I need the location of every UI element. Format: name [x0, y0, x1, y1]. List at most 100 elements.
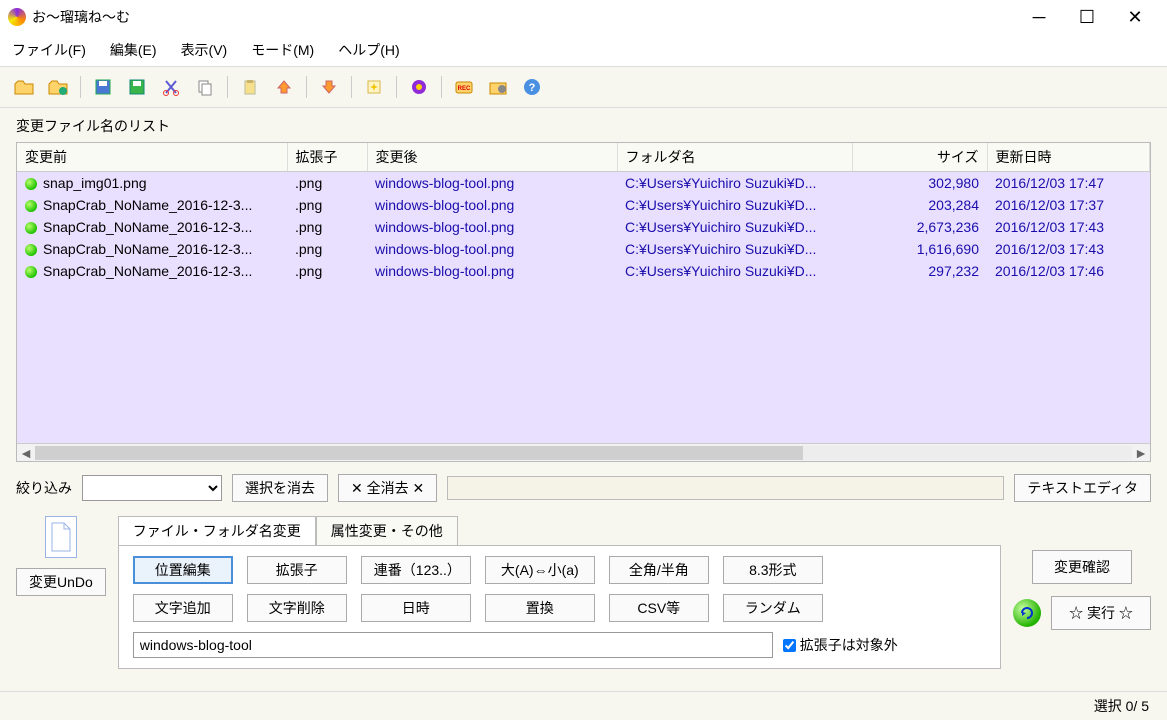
scroll-left-icon[interactable]: ◄: [17, 445, 35, 461]
cell-date: 2016/12/03 17:47: [987, 172, 1150, 194]
col-ext[interactable]: 拡張子: [287, 143, 367, 172]
app-icon: [8, 8, 26, 26]
cell-size: 297,232: [852, 260, 987, 282]
gear-folder-icon[interactable]: [484, 73, 512, 101]
preview-bar: [447, 476, 1004, 500]
statusbar: 選択 0/ 5: [0, 691, 1167, 720]
cell-folder: C:¥Users¥Yuichiro Suzuki¥D...: [617, 172, 852, 194]
ext-exclude-label: 拡張子は対象外: [800, 635, 898, 655]
cell-date: 2016/12/03 17:46: [987, 260, 1150, 282]
menu-edit[interactable]: 編集(E): [110, 40, 157, 60]
col-before[interactable]: 変更前: [17, 143, 287, 172]
col-after[interactable]: 変更後: [367, 143, 617, 172]
col-folder[interactable]: フォルダ名: [617, 143, 852, 172]
cell-ext: .png: [287, 238, 367, 260]
text-editor-button[interactable]: テキストエディタ: [1014, 474, 1151, 502]
ext-exclude-check[interactable]: [783, 639, 796, 652]
execute-button[interactable]: ☆ 実行 ☆: [1051, 596, 1151, 630]
cell-date: 2016/12/03 17:37: [987, 194, 1150, 216]
svg-text:REC: REC: [458, 86, 471, 92]
swirl-icon[interactable]: [405, 73, 433, 101]
menu-file[interactable]: ファイル(F): [12, 40, 86, 60]
paste-icon[interactable]: [236, 73, 264, 101]
mode-83-button[interactable]: 8.3形式: [723, 556, 823, 584]
table-row[interactable]: SnapCrab_NoName_2016-12-3....pngwindows-…: [17, 194, 1150, 216]
mode-case-button[interactable]: 大(A)⇔小(a): [485, 556, 595, 584]
maximize-button[interactable]: ☐: [1075, 5, 1099, 29]
undo-button[interactable]: 変更UnDo: [16, 568, 106, 596]
confirm-button[interactable]: 変更確認: [1032, 550, 1132, 584]
mode-position-button[interactable]: 位置編集: [133, 556, 233, 584]
open-folder-plus-icon[interactable]: [44, 73, 72, 101]
mode-ext-button[interactable]: 拡張子: [247, 556, 347, 584]
table-row[interactable]: SnapCrab_NoName_2016-12-3....pngwindows-…: [17, 260, 1150, 282]
filter-label: 絞り込み: [16, 478, 72, 498]
save-green-icon[interactable]: [123, 73, 151, 101]
cell-before: snap_img01.png: [17, 172, 287, 194]
status-dot-icon: [25, 178, 37, 190]
mode-serial-button[interactable]: 連番（123..）: [361, 556, 471, 584]
save-icon[interactable]: [89, 73, 117, 101]
refresh-icon[interactable]: [1013, 599, 1041, 627]
cell-ext: .png: [287, 216, 367, 238]
cell-size: 203,284: [852, 194, 987, 216]
cell-folder: C:¥Users¥Yuichiro Suzuki¥D...: [617, 194, 852, 216]
rename-input[interactable]: [133, 632, 773, 658]
menubar: ファイル(F) 編集(E) 表示(V) モード(M) ヘルプ(H): [0, 34, 1167, 66]
clear-selection-button[interactable]: 選択を消去: [232, 474, 328, 502]
cell-ext: .png: [287, 260, 367, 282]
cell-folder: C:¥Users¥Yuichiro Suzuki¥D...: [617, 260, 852, 282]
filter-combo[interactable]: [82, 475, 222, 501]
status-text: 選択 0/ 5: [1094, 696, 1149, 716]
scroll-right-icon[interactable]: ►: [1132, 445, 1150, 461]
cell-before: SnapCrab_NoName_2016-12-3...: [17, 260, 287, 282]
svg-text:?: ?: [529, 82, 536, 94]
cut-icon[interactable]: [157, 73, 185, 101]
cell-ext: .png: [287, 172, 367, 194]
mode-datetime-button[interactable]: 日時: [361, 594, 471, 622]
cell-before: SnapCrab_NoName_2016-12-3...: [17, 238, 287, 260]
tab-rename[interactable]: ファイル・フォルダ名変更: [118, 516, 316, 545]
col-date[interactable]: 更新日時: [987, 143, 1150, 172]
up-arrow-icon[interactable]: [270, 73, 298, 101]
cell-size: 2,673,236: [852, 216, 987, 238]
close-button[interactable]: ✕: [1123, 5, 1147, 29]
menu-view[interactable]: 表示(V): [181, 40, 228, 60]
tab-attrs[interactable]: 属性変更・その他: [316, 516, 458, 545]
cell-before: SnapCrab_NoName_2016-12-3...: [17, 216, 287, 238]
sparkle-icon[interactable]: [360, 73, 388, 101]
table-row[interactable]: snap_img01.png.pngwindows-blog-tool.pngC…: [17, 172, 1150, 194]
mode-random-button[interactable]: ランダム: [723, 594, 823, 622]
cell-before: SnapCrab_NoName_2016-12-3...: [17, 194, 287, 216]
mode-addchar-button[interactable]: 文字追加: [133, 594, 233, 622]
menu-help[interactable]: ヘルプ(H): [338, 40, 399, 60]
cell-date: 2016/12/03 17:43: [987, 216, 1150, 238]
cell-folder: C:¥Users¥Yuichiro Suzuki¥D...: [617, 238, 852, 260]
help-icon[interactable]: ?: [518, 73, 546, 101]
table-row[interactable]: SnapCrab_NoName_2016-12-3....pngwindows-…: [17, 238, 1150, 260]
mode-delchar-button[interactable]: 文字削除: [247, 594, 347, 622]
cell-date: 2016/12/03 17:43: [987, 238, 1150, 260]
cell-after: windows-blog-tool.png: [367, 194, 617, 216]
mode-width-button[interactable]: 全角/半角: [609, 556, 709, 584]
titlebar: お～瑠璃ね～む ─ ☐ ✕: [0, 0, 1167, 34]
status-dot-icon: [25, 244, 37, 256]
cell-ext: .png: [287, 194, 367, 216]
mode-replace-button[interactable]: 置換: [485, 594, 595, 622]
status-dot-icon: [25, 200, 37, 212]
menu-mode[interactable]: モード(M): [251, 40, 314, 60]
horizontal-scrollbar[interactable]: ◄ ►: [17, 443, 1150, 461]
open-folder-icon[interactable]: [10, 73, 38, 101]
clear-all-button[interactable]: ✕ 全消去 ✕: [338, 474, 437, 502]
col-size[interactable]: サイズ: [852, 143, 987, 172]
ext-exclude-checkbox[interactable]: 拡張子は対象外: [783, 635, 898, 655]
mode-csv-button[interactable]: CSV等: [609, 594, 709, 622]
minimize-button[interactable]: ─: [1027, 5, 1051, 29]
cell-folder: C:¥Users¥Yuichiro Suzuki¥D...: [617, 216, 852, 238]
cell-size: 302,980: [852, 172, 987, 194]
rec-icon[interactable]: REC: [450, 73, 478, 101]
copy-icon[interactable]: [191, 73, 219, 101]
table-row[interactable]: SnapCrab_NoName_2016-12-3....pngwindows-…: [17, 216, 1150, 238]
window-title: お～瑠璃ね～む: [32, 7, 130, 27]
down-arrow-icon[interactable]: [315, 73, 343, 101]
